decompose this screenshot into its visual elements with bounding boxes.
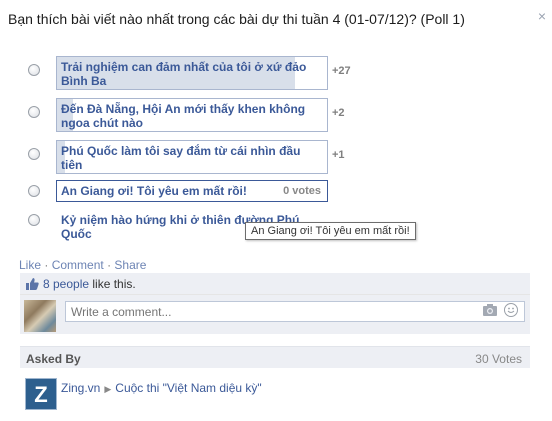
option-box[interactable]: Đến Đà Nẵng, Hội An mới thấy khen không …: [56, 98, 328, 132]
radio-button[interactable]: [28, 185, 40, 197]
radio-button[interactable]: [28, 106, 40, 118]
owner-line: Zing.vn ▶ Cuộc thi "Việt Nam diệu kỳ": [61, 381, 262, 395]
option-box[interactable]: Phú Quốc làm tôi say đắm từ cái nhìn đầu…: [56, 140, 328, 174]
vote-count: +1: [332, 149, 345, 161]
dialog-title: Bạn thích bài viết nào nhất trong các bà…: [8, 11, 465, 27]
share-link[interactable]: Share: [114, 258, 146, 272]
separator: ·: [107, 258, 112, 272]
likers-link[interactable]: 8 people: [43, 277, 89, 291]
story-actions: Like · Comment · Share: [19, 258, 146, 272]
option-label: Phú Quốc làm tôi say đắm từ cái nhìn đầu…: [61, 144, 301, 172]
camera-icon[interactable]: [483, 304, 497, 318]
total-votes: 30 Votes: [475, 352, 522, 366]
target-link[interactable]: Cuộc thi "Việt Nam diệu kỳ": [115, 381, 261, 395]
comment-link[interactable]: Comment: [52, 258, 104, 272]
emoticon-icon[interactable]: [504, 303, 518, 317]
radio-button[interactable]: [28, 148, 40, 160]
option-label: Đến Đà Nẵng, Hội An mới thấy khen không …: [61, 102, 306, 130]
owner-link[interactable]: Zing.vn: [61, 381, 100, 395]
likes-bar: 8 people like this.: [20, 273, 530, 294]
asked-by-bar: Asked By 30 Votes: [20, 346, 530, 368]
option-tooltip: An Giang ơi! Tôi yêu em mất rồi!: [245, 222, 416, 240]
close-icon[interactable]: ×: [534, 8, 550, 24]
vote-count: +2: [332, 107, 345, 119]
like-link[interactable]: Like: [19, 258, 41, 272]
poll-owner: Z Zing.vn ▶ Cuộc thi "Việt Nam diệu kỳ": [25, 378, 525, 412]
asked-by-label: Asked By: [26, 352, 81, 366]
comment-input[interactable]: [65, 301, 525, 322]
vote-count: +27: [332, 65, 351, 77]
option-box[interactable]: An Giang ơi! Tôi yêu em mất rồi! 0 votes: [56, 180, 328, 202]
option-box[interactable]: Trải nghiệm can đảm nhất của tôi ở xứ đả…: [56, 56, 328, 90]
vote-count: 0 votes: [283, 185, 321, 197]
arrow-right-icon: ▶: [104, 384, 112, 394]
comment-composer: [20, 294, 530, 334]
avatar: [24, 300, 56, 332]
thumbs-up-icon: [26, 278, 39, 290]
likes-suffix: like this.: [89, 277, 136, 291]
option-label: Trải nghiệm can đảm nhất của tôi ở xứ đả…: [61, 60, 307, 88]
separator: ·: [44, 258, 49, 272]
radio-button[interactable]: [28, 64, 40, 76]
page-avatar[interactable]: Z: [25, 378, 57, 410]
radio-button[interactable]: [28, 214, 40, 226]
